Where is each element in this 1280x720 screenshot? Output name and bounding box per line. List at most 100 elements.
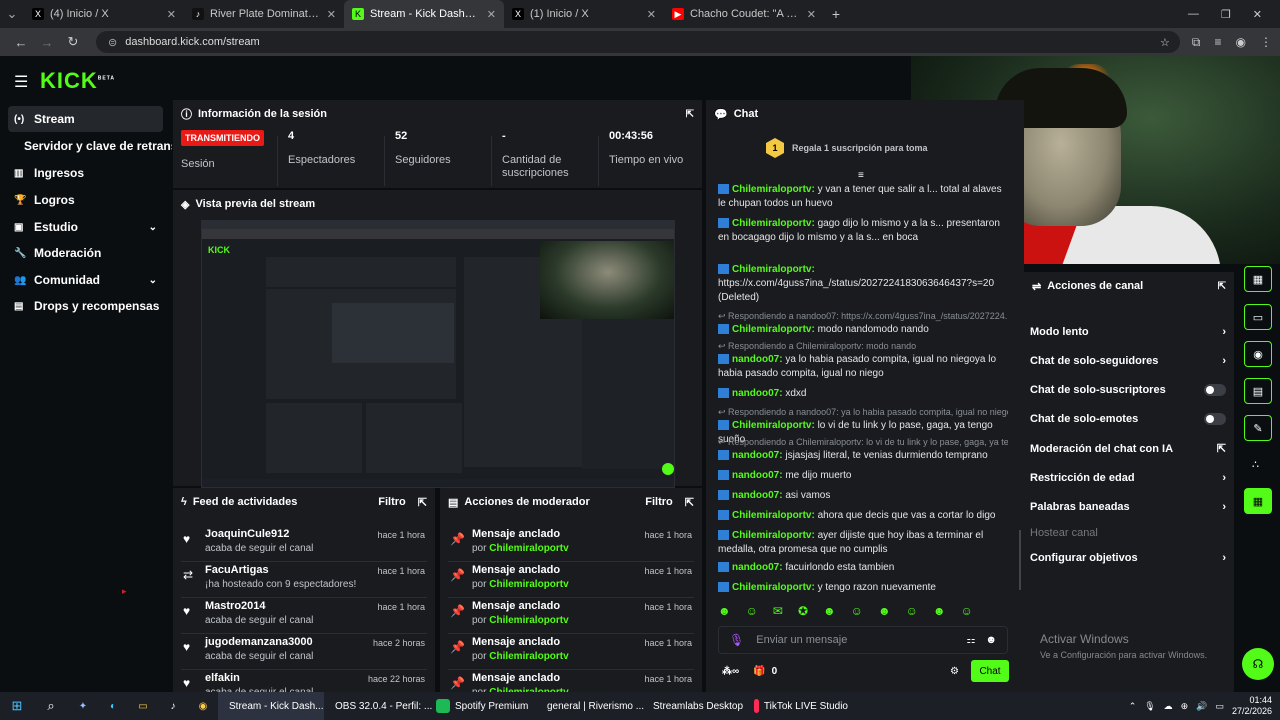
taskbar-app[interactable]: OBS 32.0.4 - Perfil: ... [324, 692, 432, 720]
emote-icon[interactable]: ☺ [906, 604, 918, 618]
chat-message[interactable]: Chilemiraloportv: modo nandomodo nando [718, 323, 1008, 337]
sidebar-item-drops[interactable]: ▤ Drops y recompensas [8, 293, 163, 319]
close-window-icon[interactable]: ✕ [1253, 8, 1262, 21]
chat-user[interactable]: Chilemiraloportv: [732, 324, 815, 335]
back-icon[interactable]: ← [8, 35, 34, 50]
chat-message[interactable]: nandoo07: asi vamos [718, 489, 1008, 503]
chat-user[interactable]: nandoo07: [732, 450, 783, 461]
edge-icon[interactable]: ◐ [98, 692, 128, 720]
channel-action-row[interactable]: Restricción de edad › [1030, 472, 1226, 484]
chrome-icon[interactable]: ◉ [188, 692, 218, 720]
chat-message[interactable]: Chilemiraloportv: https://x.com/4guss7in… [718, 263, 1008, 305]
close-tab-icon[interactable]: ✕ [167, 8, 176, 21]
copilot-icon[interactable]: ✦ [68, 692, 98, 720]
channel-action-row[interactable]: Modo lento › [1030, 326, 1226, 338]
chat-user[interactable]: Chilemiraloportv: [732, 184, 815, 195]
channel-action-row[interactable]: Chat de solo-suscriptores [1030, 384, 1226, 396]
emote-icon[interactable]: ✉ [773, 604, 783, 618]
browser-tab[interactable]: X (1) Inicio / X ✕ [504, 0, 664, 28]
channel-action-row[interactable]: Hostear canal [1030, 527, 1226, 539]
expand-icon[interactable]: ⇱ [685, 496, 694, 509]
chat-user[interactable]: Chilemiraloportv: [732, 420, 815, 431]
chat-user[interactable]: Chilemiraloportv: [732, 530, 815, 541]
emote-icon[interactable]: ☺ [851, 604, 863, 618]
close-tab-icon[interactable]: ✕ [647, 8, 656, 21]
feed-row[interactable]: ⇄ FacuArtigas ¡ha hosteado con 9 espectado… [173, 564, 433, 600]
tab-search-button[interactable]: ⌄ [0, 6, 24, 22]
chat-message[interactable]: nandoo07: facuirlondo esta tambien [718, 561, 1008, 575]
sidebar-item-ingresos[interactable]: ▥ Ingresos [8, 160, 163, 186]
channel-action-row[interactable]: Moderación del chat con IA ⇱ [1030, 442, 1226, 456]
profile-icon[interactable]: ◉ [1236, 35, 1246, 50]
site-info-icon[interactable]: ⊜ [108, 36, 117, 49]
taskbar-app[interactable]: general | Riverismo ... [536, 692, 644, 720]
mic-tray-icon[interactable]: 🎙 [1144, 701, 1155, 712]
dots-icon[interactable]: ∴ [1252, 458, 1259, 471]
chat-message[interactable]: Chilemiraloportv: gago dijo lo mismo y a… [718, 217, 1008, 245]
emote-icon[interactable]: ☻ [823, 604, 836, 618]
browser-tab[interactable]: K Stream - Kick Dashboard ✕ [344, 0, 504, 28]
smile-icon[interactable]: ☻ [985, 634, 997, 646]
clock[interactable]: 01:44 27/2/2026 [1232, 695, 1272, 717]
chat-message[interactable]: Chilemiraloportv: y van a tener que sali… [718, 183, 1008, 211]
browser-tab[interactable]: ▶ Chacho Coudet: "A repetir muc ✕ [664, 0, 824, 28]
maximize-icon[interactable]: ❐ [1221, 8, 1231, 21]
expand-icon[interactable]: ⇱ [1218, 281, 1226, 292]
expand-icon[interactable]: ⇱ [686, 109, 694, 120]
sidebar-item-server-key[interactable]: Servidor y clave de retransmisión [18, 133, 172, 159]
send-chat-button[interactable]: Chat [971, 660, 1009, 682]
support-icon[interactable]: ☊ [1242, 648, 1274, 680]
chat-user[interactable]: nandoo07: [732, 562, 783, 573]
toggle-switch[interactable] [1204, 384, 1226, 396]
emote-icon[interactable]: ☺ [746, 604, 758, 618]
chat-message[interactable]: nandoo07: ya lo habia pasado compita, ig… [718, 353, 1008, 381]
chat-input[interactable]: 🎙 Enviar un mensaje ⚏ ☻ [718, 626, 1008, 654]
chat-message[interactable]: nandoo07: xdxd [718, 387, 1008, 401]
gift-icon[interactable]: 🎁 [753, 666, 765, 677]
menu-icon[interactable]: ⋮ [1260, 35, 1272, 50]
tiktok-icon[interactable]: ♪ [158, 692, 188, 720]
explorer-icon[interactable]: ▭ [128, 692, 158, 720]
close-tab-icon[interactable]: ✕ [487, 8, 496, 21]
filter-button[interactable]: Filtro [645, 496, 673, 508]
broadcast-icon[interactable]: ◉ [1244, 341, 1272, 367]
feed-row[interactable]: ♥elfakinacaba de seguir el canalhace 22 … [173, 672, 433, 692]
chat-user[interactable]: Chilemiraloportv: [732, 264, 815, 275]
channel-action-row[interactable]: Chat de solo-seguidores › [1030, 355, 1226, 367]
chat-user[interactable]: nandoo07: [732, 470, 783, 481]
mic-icon[interactable]: 🎙 [729, 633, 744, 647]
forward-icon[interactable]: → [34, 35, 60, 50]
onedrive-icon[interactable]: ☁ [1164, 701, 1173, 712]
taskbar-app[interactable]: TikTok LIVE Studio [748, 692, 854, 720]
sidebar-item-estudio[interactable]: ▣ Estudio ⌄ [8, 214, 163, 240]
toggle-switch[interactable] [1204, 413, 1226, 425]
chat-user[interactable]: nandoo07: [732, 354, 783, 365]
browser-tab[interactable]: ♪ River Plate Dominates Banfield ✕ [184, 0, 344, 28]
chat-bubble-icon[interactable]: ▭ [1244, 304, 1272, 330]
new-tab-button[interactable]: + [824, 6, 848, 22]
chat-message[interactable]: nandoo07: jsjasjasj literal, te venias d… [718, 449, 1008, 463]
mod-action-row[interactable]: 📌 Mensaje anclado por Chilemiraloportv hace… [440, 636, 700, 672]
settings-icon[interactable]: ⚙ [950, 666, 959, 677]
points-icon[interactable]: ⁂∞ [722, 666, 739, 677]
minimize-icon[interactable]: — [1188, 8, 1199, 21]
emote-icon[interactable]: ⚏ [966, 635, 975, 646]
chat-user[interactable]: nandoo07: [732, 490, 783, 501]
chat-user[interactable]: nandoo07: [732, 388, 783, 399]
chat-user[interactable]: Chilemiraloportv: [732, 218, 815, 229]
browser-tab[interactable]: X (4) Inicio / X ✕ [24, 0, 184, 28]
expand-icon[interactable]: ⇱ [418, 496, 427, 509]
feed-row[interactable]: ♥ Mastro2014 acaba de seguir el canal hace … [173, 600, 433, 636]
emote-icon[interactable]: ✪ [798, 604, 808, 618]
start-icon[interactable]: ⊞ [0, 692, 34, 720]
emote-icon[interactable]: ☻ [933, 604, 946, 618]
sidebar-item-logros[interactable]: 🏆 Logros [8, 187, 163, 213]
close-tab-icon[interactable]: ✕ [327, 8, 336, 21]
notes-icon[interactable]: ▦ [1244, 266, 1272, 292]
reload-icon[interactable]: ↻ [60, 34, 86, 50]
sidebar-item-moderacion[interactable]: 🔧 Moderación [8, 240, 163, 266]
filter-button[interactable]: Filtro [378, 496, 406, 508]
chat-message[interactable]: Chilemiraloportv: y tengo razon nuevamen… [718, 581, 1008, 595]
channel-action-row[interactable]: Chat de solo-emotes [1030, 413, 1226, 425]
url-input[interactable]: ⊜ dashboard.kick.com/stream ☆ [96, 31, 1180, 53]
